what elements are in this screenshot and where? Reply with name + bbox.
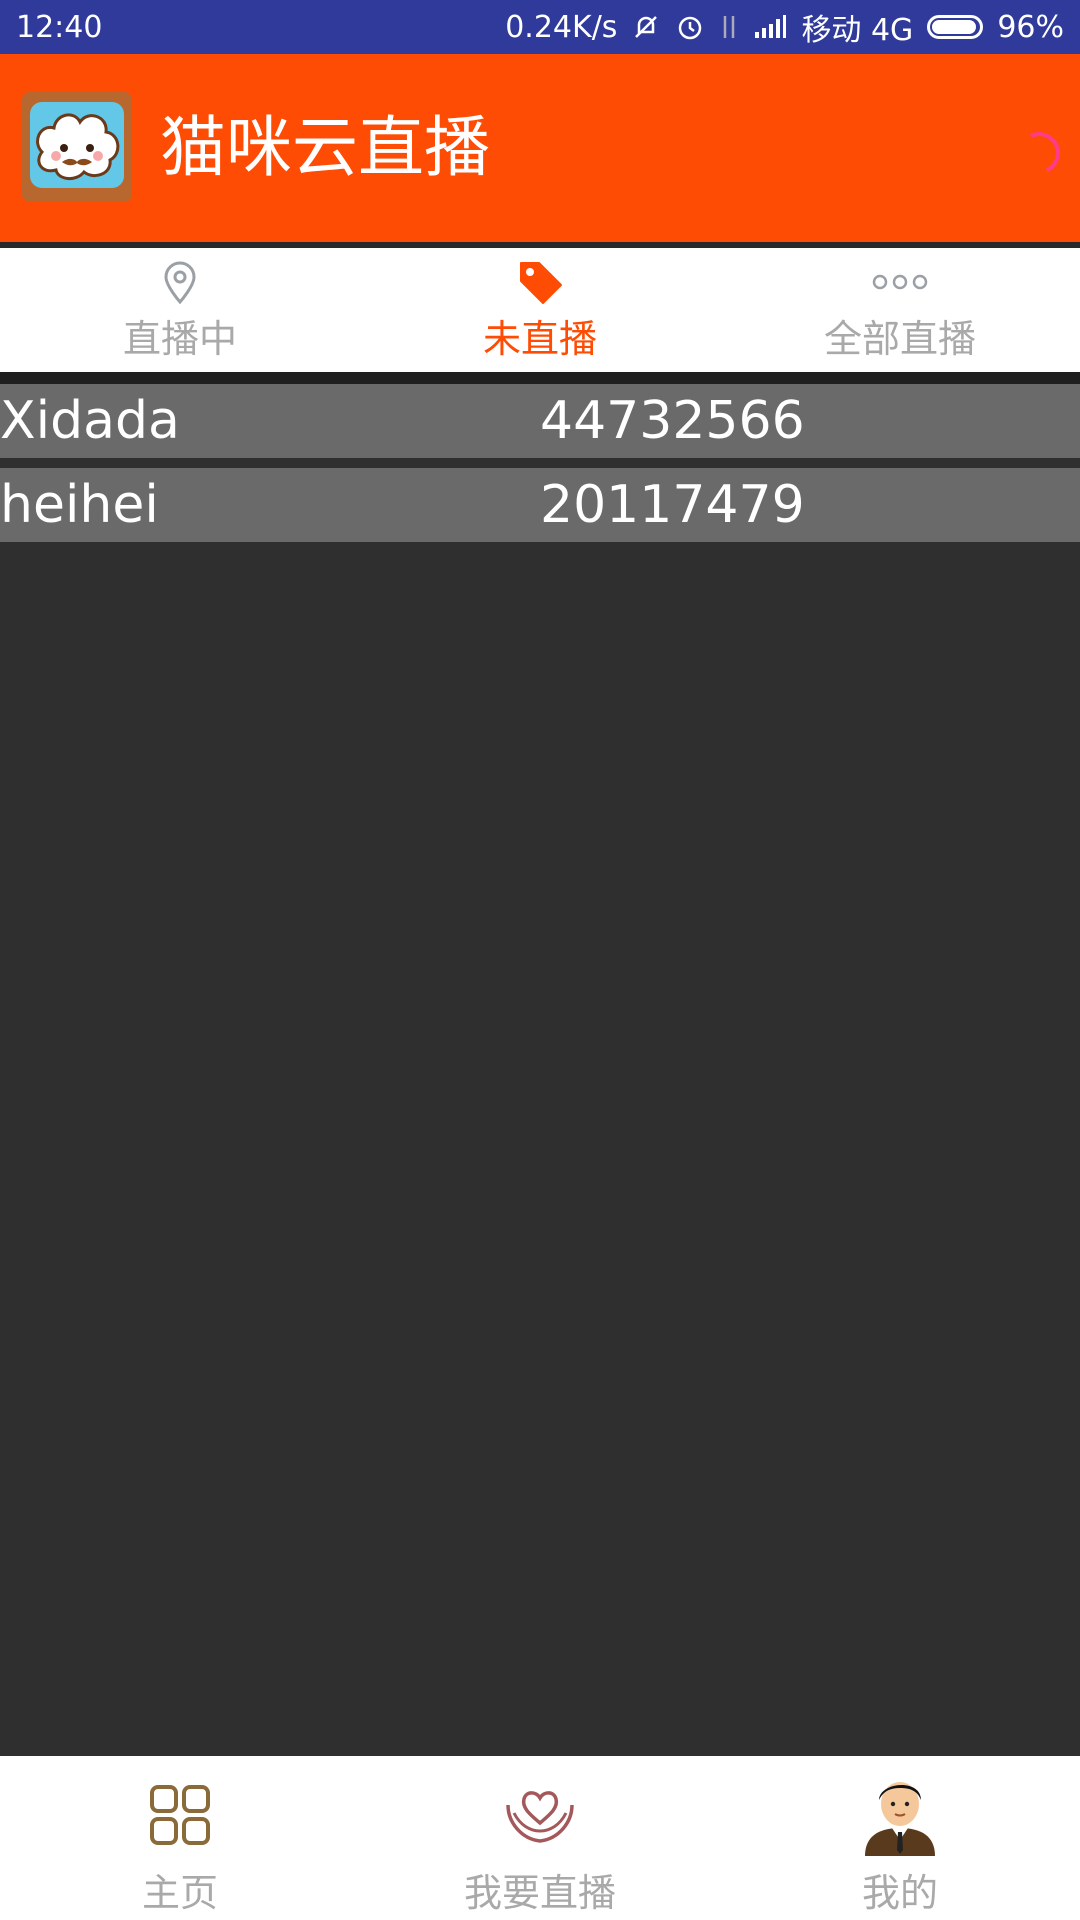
heart-hands-icon — [502, 1770, 578, 1860]
app-bar: 猫咪云直播 — [0, 54, 1080, 242]
list-item-name: heihei — [0, 475, 159, 535]
tab-not-live[interactable]: 未直播 — [360, 248, 720, 372]
nav-mine-label: 我的 — [861, 1871, 938, 1915]
app-screen: 12:40 0.24K/s 移动 4G 96% 猫咪云直播 直播中 未直播 全部… — [0, 0, 1080, 1920]
status-time: 12:40 — [16, 9, 103, 45]
location-pin-icon — [162, 258, 198, 306]
tab-not-live-label: 未直播 — [482, 316, 597, 361]
stream-list: Xidada 44732566 heihei 20117479 — [0, 384, 1080, 552]
tag-icon — [517, 258, 563, 306]
list-item-id: 20117479 — [540, 475, 805, 535]
alarm-icon — [675, 12, 705, 42]
tab-all-live-label: 全部直播 — [823, 316, 976, 361]
nav-home-label: 主页 — [141, 1871, 218, 1915]
tab-bar: 直播中 未直播 全部直播 — [0, 248, 1080, 372]
nav-go-live[interactable]: 我要直播 — [360, 1756, 720, 1920]
app-title: 猫咪云直播 — [160, 109, 490, 186]
list-item-name: Xidada — [0, 391, 180, 451]
nav-go-live-label: 我要直播 — [463, 1871, 616, 1915]
signal-icon — [753, 14, 787, 40]
list-item-id: 44732566 — [540, 391, 805, 451]
status-indicators: 0.24K/s 移动 4G 96% — [505, 5, 1064, 49]
nav-home[interactable]: 主页 — [0, 1756, 360, 1920]
list-item[interactable]: heihei 20117479 — [0, 468, 1080, 542]
nav-mine[interactable]: 我的 — [720, 1756, 1080, 1920]
grid-home-icon — [149, 1770, 211, 1860]
data-arrows-icon — [719, 12, 739, 42]
tab-live[interactable]: 直播中 — [0, 248, 360, 372]
app-logo-icon — [22, 92, 132, 202]
user-avatar-icon — [859, 1770, 941, 1860]
tab-all-live[interactable]: 全部直播 — [720, 248, 1080, 372]
carrier-label: 移动 4G — [801, 13, 914, 48]
loading-spinner-icon — [1012, 126, 1066, 180]
battery-icon — [927, 15, 984, 39]
net-speed: 0.24K/s — [505, 9, 618, 45]
mute-bell-icon — [631, 12, 661, 42]
status-bar: 12:40 0.24K/s 移动 4G 96% — [0, 0, 1080, 54]
list-item[interactable]: Xidada 44732566 — [0, 384, 1080, 458]
tabs-divider — [0, 372, 1080, 384]
battery-fill — [932, 20, 977, 34]
battery-percent: 96% — [997, 9, 1064, 45]
more-dots-icon — [872, 258, 928, 306]
bottom-nav: 主页 我要直播 我的 — [0, 1756, 1080, 1920]
tab-live-label: 直播中 — [122, 316, 237, 361]
